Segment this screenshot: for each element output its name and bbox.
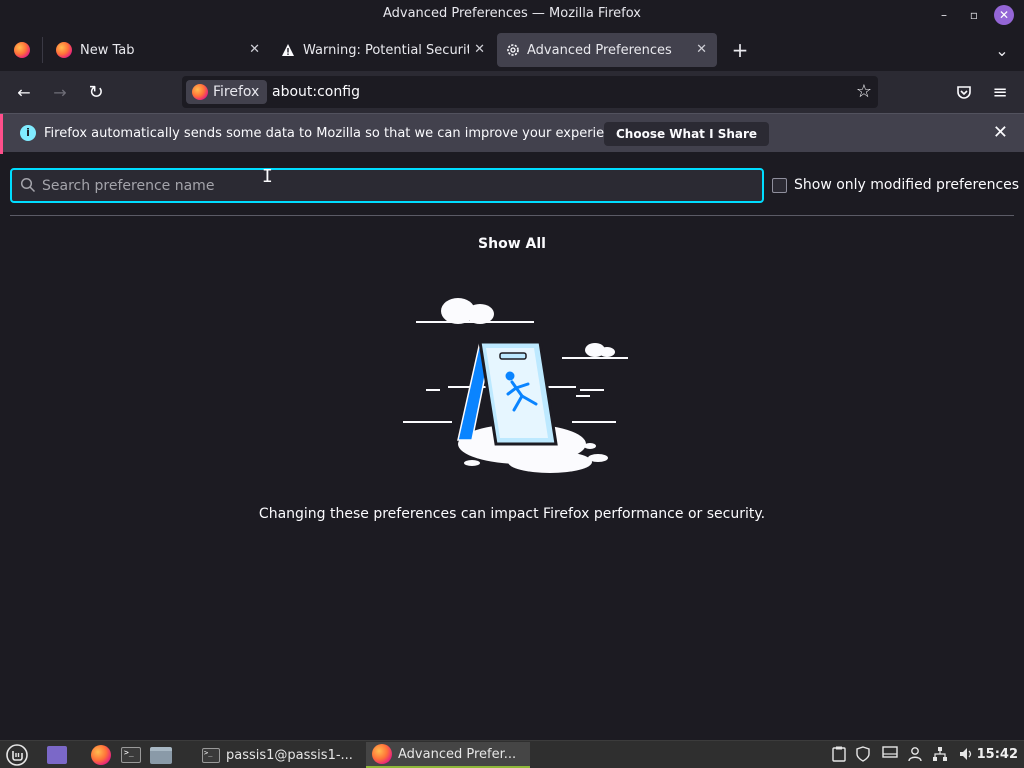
mint-logo-icon xyxy=(6,744,28,766)
identity-label: Firefox xyxy=(213,84,260,100)
data-reporting-notification: i Firefox automatically sends some data … xyxy=(0,113,1024,154)
warning-icon xyxy=(282,44,294,56)
user-icon[interactable] xyxy=(908,746,922,766)
info-icon: i xyxy=(20,125,36,141)
forward-button[interactable]: → xyxy=(50,82,70,102)
close-notification-icon[interactable]: ✕ xyxy=(993,122,1008,143)
desktop-taskbar: >_ >_ passis1@passis1-... Advanced Prefe… xyxy=(0,740,1024,768)
tab-label: New Tab xyxy=(80,42,135,58)
firefox-icon xyxy=(192,84,208,100)
terminal-icon: >_ xyxy=(121,747,141,763)
desktop-icon xyxy=(47,746,67,764)
text-cursor-icon: I xyxy=(262,166,273,187)
firefox-icon xyxy=(14,42,30,58)
display-icon[interactable] xyxy=(882,746,898,764)
tab-bar: New Tab ✕ Warning: Potential Security ✕ … xyxy=(0,29,1024,71)
launcher-firefox[interactable] xyxy=(90,744,112,766)
volume-icon[interactable] xyxy=(958,746,974,766)
search-box[interactable] xyxy=(10,168,764,203)
menu-button[interactable]: ≡ xyxy=(990,82,1010,103)
clipboard-icon[interactable] xyxy=(832,746,846,766)
show-all-button[interactable]: Show All xyxy=(0,236,1024,252)
choose-what-i-share-button[interactable]: Choose What I Share xyxy=(604,122,770,146)
search-icon xyxy=(20,177,36,193)
tab-advanced-preferences[interactable]: Advanced Preferences ✕ xyxy=(497,33,717,67)
notification-text: Firefox automatically sends some data to… xyxy=(44,126,632,141)
tab-security-warning[interactable]: Warning: Potential Security ✕ xyxy=(273,33,495,67)
taskbar-item-firefox[interactable]: Advanced Prefer... xyxy=(366,742,530,768)
search-preference-input[interactable] xyxy=(42,175,742,197)
menu-start-button[interactable] xyxy=(6,744,28,766)
firefox-icon xyxy=(372,744,392,764)
tab-label: Warning: Potential Security xyxy=(303,42,469,58)
new-tab-button[interactable]: + xyxy=(728,33,752,67)
close-window-button[interactable]: ✕ xyxy=(994,5,1014,25)
firefox-view-button[interactable] xyxy=(4,33,40,67)
folder-icon xyxy=(150,746,172,764)
launcher-files[interactable] xyxy=(150,744,172,766)
tab-label: Advanced Preferences xyxy=(527,42,672,58)
close-tab-icon[interactable]: ✕ xyxy=(474,42,485,57)
taskbar-item-label: Advanced Prefer... xyxy=(398,746,517,762)
url-bar[interactable]: Firefox about:config ☆ xyxy=(182,76,878,108)
window-titlebar: Advanced Preferences — Mozilla Firefox –… xyxy=(0,0,1024,29)
maximize-button[interactable]: ▫ xyxy=(964,5,984,25)
window-title: Advanced Preferences — Mozilla Firefox xyxy=(382,6,642,21)
navigation-toolbar: ← → ↻ Firefox about:config ☆ ≡ xyxy=(0,71,1024,113)
reload-button[interactable]: ↻ xyxy=(86,82,106,103)
bookmark-star-icon[interactable]: ☆ xyxy=(856,81,872,102)
taskbar-item-terminal[interactable]: >_ passis1@passis1-... xyxy=(196,742,360,768)
clock[interactable]: 15:42 xyxy=(977,747,1018,762)
terminal-icon: >_ xyxy=(202,747,220,763)
about-config-page: I Show only modified preferences Show Al… xyxy=(0,154,1024,740)
show-modified-checkbox[interactable] xyxy=(772,178,787,193)
tab-separator xyxy=(42,37,43,63)
pocket-icon xyxy=(957,86,971,99)
shield-icon[interactable] xyxy=(856,746,870,766)
tab-new-tab[interactable]: New Tab ✕ xyxy=(48,33,270,67)
show-desktop-button[interactable] xyxy=(46,744,68,766)
gear-icon xyxy=(507,44,519,56)
url-text[interactable]: about:config xyxy=(272,84,360,100)
taskbar-item-label: passis1@passis1-... xyxy=(226,747,353,763)
back-button[interactable]: ← xyxy=(14,82,34,102)
minimize-button[interactable]: – xyxy=(934,5,954,25)
caution-sign-illustration xyxy=(403,298,628,473)
identity-box[interactable]: Firefox xyxy=(186,80,268,104)
launcher-terminal[interactable]: >_ xyxy=(120,744,142,766)
close-tab-icon[interactable]: ✕ xyxy=(249,42,260,57)
show-modified-label[interactable]: Show only modified preferences xyxy=(794,177,1019,193)
firefox-icon xyxy=(56,42,72,58)
pocket-button[interactable] xyxy=(954,82,974,102)
close-tab-icon[interactable]: ✕ xyxy=(696,42,707,57)
warning-message: Changing these preferences can impact Fi… xyxy=(258,506,766,522)
divider xyxy=(10,215,1014,216)
notification-accent xyxy=(0,114,3,154)
list-all-tabs-button[interactable]: ⌄ xyxy=(990,33,1014,67)
firefox-icon xyxy=(91,745,111,765)
network-icon[interactable] xyxy=(932,746,948,766)
